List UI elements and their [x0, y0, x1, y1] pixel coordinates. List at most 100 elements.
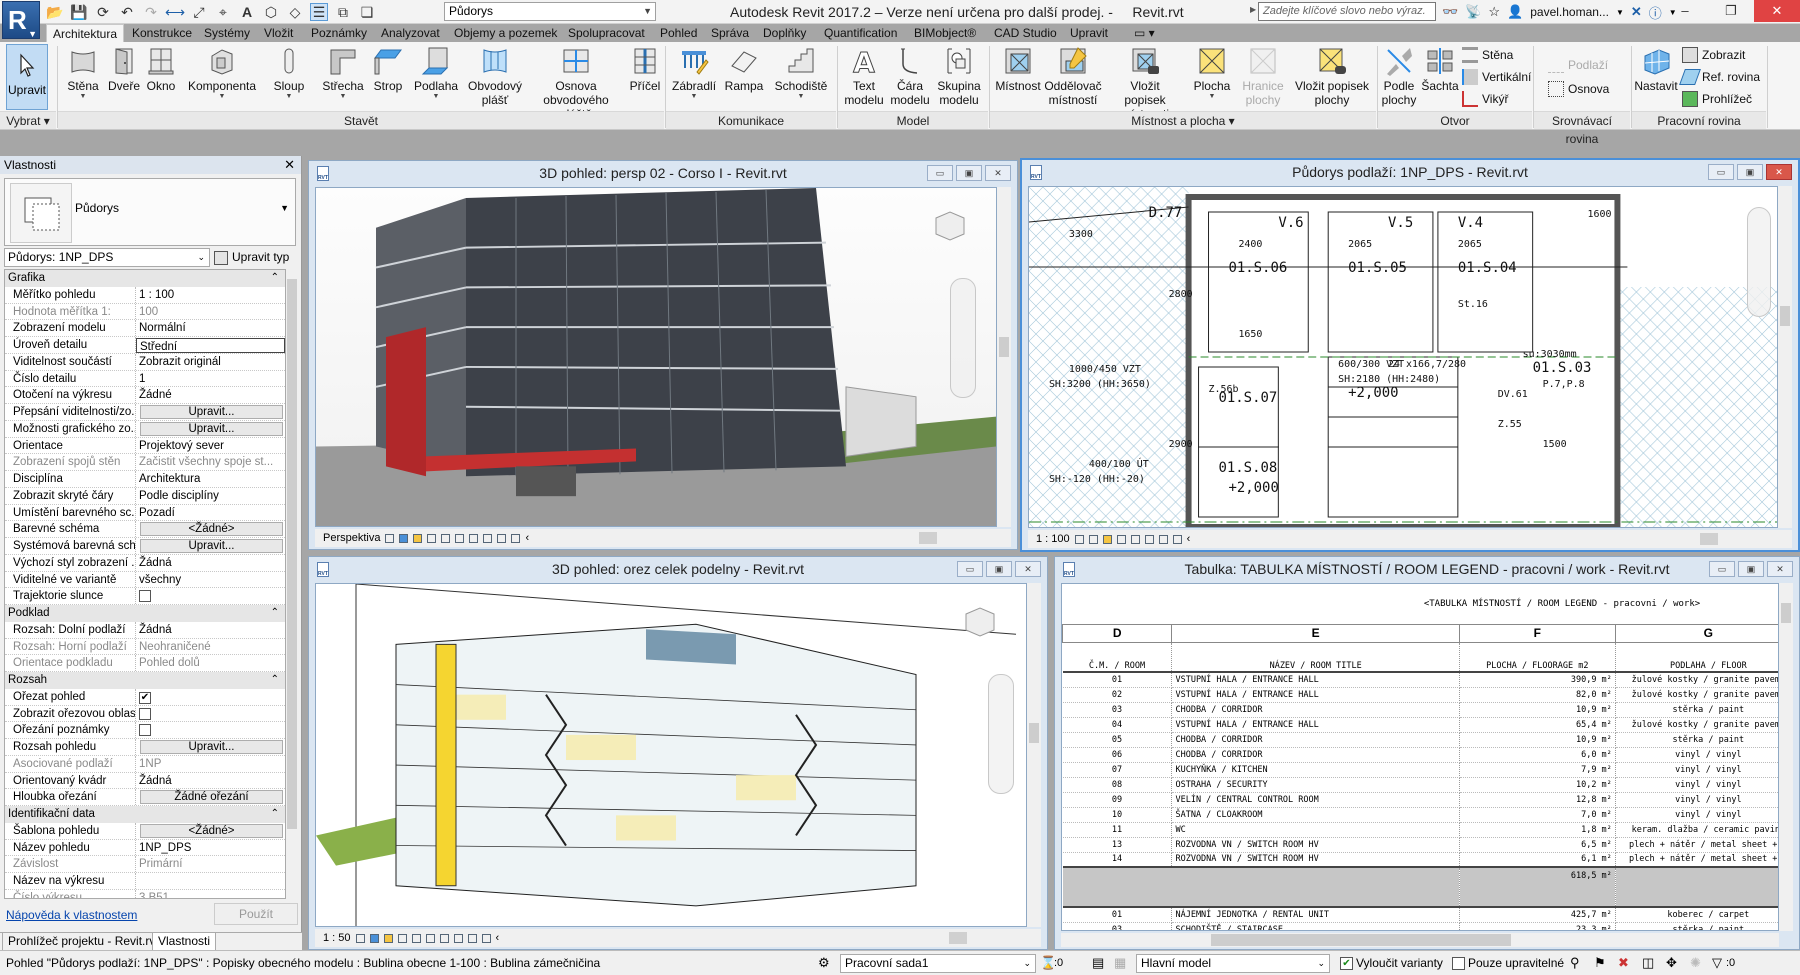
section-icon[interactable]: ◇ [286, 3, 304, 21]
table-cell[interactable]: 06 [1062, 747, 1173, 763]
tag-icon[interactable]: ⌖ [214, 3, 232, 21]
column-header[interactable]: PLOCHA / FLOORAGE m2 [1459, 642, 1616, 673]
property-value[interactable]: Podle disciplíny [136, 488, 285, 504]
wall-button[interactable]: Stěna ▼ [64, 44, 102, 101]
column-header[interactable]: PODLAHA / FLOOR [1615, 642, 1778, 673]
table-cell[interactable]: vinyl / vinyl [1615, 792, 1778, 808]
tab-cad-studio[interactable]: CAD Studio [988, 24, 1063, 42]
table-cell[interactable]: WC [1171, 822, 1460, 838]
table-cell[interactable]: 01 [1062, 907, 1173, 923]
apply-button[interactable]: Použít [214, 903, 298, 925]
view-window-schedule[interactable]: RVT Tabulka: TABULKA MÍSTNOSTÍ / ROOM LEG… [1054, 556, 1800, 950]
chevron-down-icon[interactable]: ▼ [1616, 8, 1624, 17]
minimize-button[interactable]: ▭ [1709, 561, 1735, 577]
plan-annotation[interactable]: St.16 [1458, 299, 1488, 310]
show-crop-icon[interactable] [1144, 534, 1154, 544]
table-cell[interactable]: ŠATNA / CLOAKROOM [1171, 807, 1460, 823]
show-workplane-button[interactable]: Zobrazit [1682, 46, 1745, 64]
temp-hide-icon[interactable] [1158, 534, 1168, 544]
table-cell[interactable]: stěrka / paint [1615, 922, 1778, 930]
maximize-button[interactable]: ▣ [986, 561, 1012, 577]
properties-help-link[interactable]: Nápověda k vlastnostem [6, 908, 137, 922]
curtain-system-button[interactable]: Obvodový plášť [468, 44, 522, 107]
reveal-hidden-icon[interactable] [511, 533, 521, 543]
property-checkbox[interactable] [139, 590, 151, 603]
table-cell[interactable]: 08 [1062, 777, 1173, 793]
close-hidden-windows-icon[interactable]: ⧉ [334, 3, 352, 21]
table-cell[interactable]: 23,3 m² [1459, 922, 1616, 930]
property-edit-button[interactable]: Upravit... [140, 405, 283, 419]
table-cell[interactable]: žulové kostky / granite paveme [1615, 717, 1778, 733]
reveal-hidden-icon[interactable] [481, 933, 491, 943]
table-cell[interactable]: plech + nátěr / metal sheet + p [1615, 837, 1778, 853]
view-scale[interactable]: 1 : 50 [323, 929, 351, 947]
table-cell[interactable]: 390,9 m² [1459, 672, 1616, 688]
shaft-button[interactable]: Šachta [1420, 44, 1460, 93]
grid-button[interactable]: Osnova [1548, 80, 1609, 98]
property-checkbox[interactable]: ✔ [139, 691, 151, 704]
design-options-icon[interactable]: ▤ [1092, 955, 1104, 971]
maximize-button[interactable]: ▣ [956, 165, 982, 181]
select-links-icon[interactable]: ⚲ [1570, 955, 1580, 971]
table-cell[interactable]: 10,9 m² [1459, 702, 1616, 718]
worksets-icon[interactable]: ⚙ [818, 955, 830, 971]
property-group-header[interactable]: Rozsah ⌃ [5, 672, 285, 689]
table-cell[interactable]: stěrka / paint [1615, 732, 1778, 748]
table-cell[interactable]: žulové kostky / granite paveme [1615, 687, 1778, 703]
temp-hide-icon[interactable] [497, 533, 507, 543]
close-button[interactable]: ✕ [1754, 0, 1800, 22]
viewcube[interactable] [932, 208, 968, 242]
chevron-left-icon[interactable]: ‹ [525, 529, 529, 547]
view-scale[interactable]: Perspektiva [323, 529, 380, 547]
text-icon[interactable]: A [238, 3, 256, 21]
tab-pohled[interactable]: Pohled [654, 24, 703, 42]
aligned-dimension-icon[interactable]: ⤢ [190, 3, 208, 21]
sync-icon[interactable]: ⟳ [94, 3, 112, 21]
property-edit-button[interactable]: Upravit... [140, 740, 283, 754]
table-cell[interactable]: 82,0 m² [1459, 687, 1616, 703]
table-cell[interactable]: 6,5 m² [1459, 837, 1616, 853]
plan-annotation[interactable]: Z.56b [1209, 384, 1239, 395]
chevron-left-icon[interactable]: ‹ [1187, 530, 1191, 548]
shadows-icon[interactable] [397, 933, 407, 943]
plan-annotation[interactable]: 1600 [1588, 209, 1612, 220]
plan-annotation[interactable]: 01.S.05 [1348, 260, 1407, 276]
column-letter-header[interactable]: D [1062, 623, 1173, 643]
plan-annotation[interactable]: D.77 [1149, 205, 1183, 221]
show-crop-icon[interactable] [439, 933, 449, 943]
column-button[interactable]: Sloup ▼ [272, 44, 306, 101]
horizontal-scrollbar[interactable] [871, 532, 991, 544]
collapse-icon[interactable]: ⌃ [271, 605, 279, 622]
save-icon[interactable]: 💾 [70, 3, 88, 21]
close-button[interactable]: ✕ [1767, 561, 1793, 577]
collapse-icon[interactable]: ⌃ [271, 270, 279, 287]
plan-annotation[interactable]: 2065 [1348, 239, 1372, 250]
table-cell[interactable]: VELÍN / CENTRAL CONTROL ROOM [1171, 792, 1460, 808]
crop-view-icon[interactable] [455, 533, 465, 543]
detail-level-icon[interactable] [385, 533, 395, 543]
property-value[interactable]: Projektový sever [136, 438, 285, 454]
ceiling-button[interactable]: Strop [372, 44, 404, 93]
navigation-bar[interactable] [1747, 207, 1771, 317]
collapse-icon[interactable]: ⌃ [271, 806, 279, 823]
horizontal-scrollbar[interactable] [1061, 933, 1779, 947]
table-cell[interactable]: 1,8 m² [1459, 822, 1616, 838]
property-edit-button[interactable]: Žádné ořezání [140, 790, 283, 805]
subscription-icon[interactable]: 📡 [1465, 4, 1481, 20]
property-value[interactable]: Žádná [136, 773, 285, 789]
view-window-3d-perspective[interactable]: RVT 3D pohled: persp 02 - Corso I - Revit… [308, 160, 1018, 550]
component-button[interactable]: Komponenta ▼ [186, 44, 258, 101]
table-cell[interactable]: vinyl / vinyl [1615, 807, 1778, 823]
column-header[interactable]: NÁZEV / ROOM TITLE [1171, 642, 1460, 673]
property-value[interactable]: 1 [136, 371, 285, 387]
property-edit-button[interactable]: <Žádné> [140, 522, 283, 537]
plan-annotation[interactable]: SH:2180 (HH:2480) [1338, 374, 1440, 385]
room-separator-button[interactable]: Oddělovač místností [1044, 44, 1102, 107]
tab-sprava[interactable]: Správa [705, 24, 755, 42]
tab-konstrukce[interactable]: Konstrukce [126, 24, 198, 42]
view-window-floor-plan[interactable]: RVT Půdorys podlaží: 1NP_DPS - Revit.rvt … [1020, 158, 1800, 552]
property-value[interactable]: Pozadí [136, 505, 285, 521]
measure-icon[interactable]: ⟷ [165, 3, 185, 21]
property-group-header[interactable]: Podklad ⌃ [5, 605, 285, 622]
default-3d-view-icon[interactable]: ⬡ [262, 3, 280, 21]
